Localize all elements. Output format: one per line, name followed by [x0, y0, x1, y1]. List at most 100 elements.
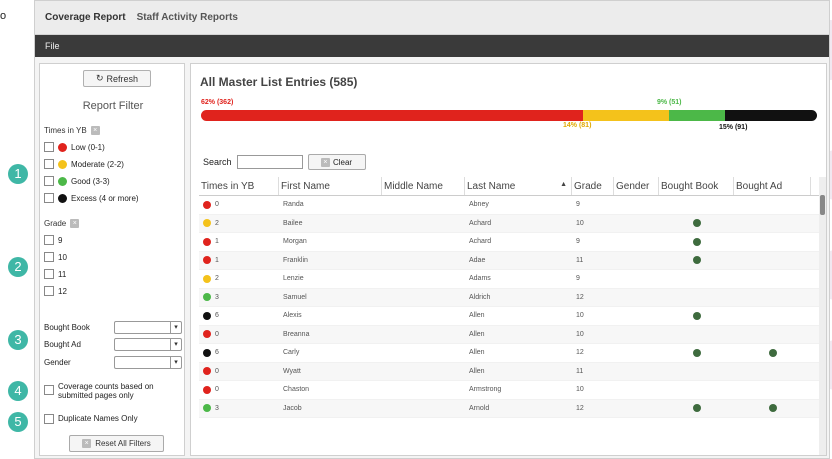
checkbox[interactable]: [44, 269, 54, 279]
bought-ad-cell: [734, 307, 811, 325]
times-in-yb-cell: 0: [199, 363, 279, 381]
times-in-yb-label: Times in YB ×: [44, 126, 100, 135]
times-in-yb-cell: 1: [199, 252, 279, 270]
times-option-moderate[interactable]: Moderate (2-2): [44, 159, 124, 169]
grade-cell: 12: [576, 293, 584, 301]
duplicate-names-option[interactable]: Duplicate Names Only: [44, 414, 138, 424]
first-name-cell: Jacob: [283, 404, 302, 412]
middle-name-cell: [382, 363, 465, 381]
table-row[interactable]: 6 Alexis Allen 10: [199, 307, 821, 326]
grade-option-12[interactable]: 12: [44, 286, 67, 296]
gender-cell: [614, 344, 659, 362]
first-name-cell: Alexis: [283, 312, 302, 320]
times-count: 3: [215, 404, 219, 412]
table-row[interactable]: 2 Bailee Achard 10: [199, 214, 821, 233]
tab-coverage-report[interactable]: Coverage Report: [41, 12, 133, 34]
bought-book-select[interactable]: ▾: [114, 321, 182, 334]
bought-book-cell: [659, 196, 734, 214]
table-row[interactable]: 0 Breanna Allen 10: [199, 325, 821, 344]
coverage-counts-label: Coverage counts based on submitted pages…: [58, 382, 154, 400]
middle-name-cell: [382, 400, 465, 418]
bought-ad-select[interactable]: ▾: [114, 338, 182, 351]
table-row[interactable]: 3 Samuel Aldrich 12: [199, 288, 821, 307]
checkbox[interactable]: [44, 142, 54, 152]
scrollbar-thumb[interactable]: [820, 195, 825, 215]
table-row[interactable]: 1 Franklin Adae 11: [199, 251, 821, 270]
col-first-name-header[interactable]: First Name: [279, 177, 382, 195]
bought-book-dot-icon: [692, 256, 701, 265]
coverage-bar-segment: [582, 110, 670, 121]
bought-ad-cell: [734, 289, 811, 307]
col-bought-ad-header[interactable]: Bought Ad: [734, 177, 811, 195]
last-name-cell: Arnold: [469, 404, 490, 412]
coverage-bar-label-good: 9% (51): [657, 99, 682, 106]
low-dot-icon: [58, 142, 67, 152]
coverage-counts-option[interactable]: Coverage counts based on submitted pages…: [44, 382, 184, 400]
times-count: 1: [215, 256, 219, 264]
table-row[interactable]: 1 Morgan Achard 9: [199, 233, 821, 252]
times-option-low[interactable]: Low (0-1): [44, 142, 105, 152]
table-row[interactable]: 0 Chaston Armstrong 10: [199, 381, 821, 400]
grade-option-10[interactable]: 10: [44, 252, 67, 262]
middle-name-cell: [382, 289, 465, 307]
table-row[interactable]: 2 Lenzie Adams 9: [199, 270, 821, 289]
clear-button[interactable]: × Clear: [307, 154, 366, 170]
bought-ad-cell: [734, 381, 811, 399]
refresh-icon: ↻: [95, 73, 104, 83]
reset-all-filters-button[interactable]: × Reset All Filters: [69, 435, 164, 452]
col-gender-header[interactable]: Gender: [614, 177, 659, 195]
bought-ad-dot-icon: [768, 404, 777, 413]
menu-file[interactable]: File: [45, 41, 60, 51]
refresh-button[interactable]: ↻ Refresh: [83, 70, 151, 87]
times-option-excess[interactable]: Excess (4 or more): [44, 193, 139, 203]
gender-label: Gender: [44, 358, 71, 367]
first-name-cell: Franklin: [283, 256, 308, 264]
col-times-in-yb-header[interactable]: Times in YB: [199, 177, 279, 195]
checkbox[interactable]: [44, 252, 54, 262]
good-dot-icon: [58, 176, 67, 186]
tab-staff-activity-reports[interactable]: Staff Activity Reports: [133, 12, 245, 34]
checkbox[interactable]: [44, 385, 54, 395]
grid-body: 0 Randa Abney 9 2 Bailee Achard 10 1 Morgan Achard…: [199, 196, 821, 418]
checkbox[interactable]: [44, 235, 54, 245]
coverage-status-dot-icon: [203, 385, 211, 394]
checkbox[interactable]: [44, 159, 54, 169]
checkbox[interactable]: [44, 414, 54, 424]
grid-scrollbar[interactable]: [819, 177, 826, 455]
table-row[interactable]: 3 Jacob Arnold 12: [199, 399, 821, 418]
clear-grade-icon[interactable]: ×: [70, 219, 80, 228]
gender-cell: [614, 289, 659, 307]
bought-ad-dot-icon: [768, 348, 777, 357]
coverage-status-dot-icon: [203, 237, 211, 246]
times-count: 2: [215, 275, 219, 283]
coverage-status-dot-icon: [203, 348, 211, 357]
table-row[interactable]: 0 Wyatt Allen 11: [199, 362, 821, 381]
col-last-name-header[interactable]: Last Name ▲: [465, 177, 572, 195]
coverage-status-dot-icon: [203, 274, 211, 283]
clear-times-icon[interactable]: ×: [90, 126, 100, 135]
chevron-down-icon: ▾: [170, 339, 181, 350]
search-row: Search × Clear: [203, 154, 366, 170]
gender-select[interactable]: ▾: [114, 356, 182, 369]
coverage-status-dot-icon: [203, 330, 211, 339]
checkbox[interactable]: [44, 193, 54, 203]
checkbox[interactable]: [44, 286, 54, 296]
times-in-yb-cell: 3: [199, 400, 279, 418]
refresh-label: Refresh: [106, 73, 139, 84]
times-option-good[interactable]: Good (3-3): [44, 176, 110, 186]
grade-option-11[interactable]: 11: [44, 269, 66, 279]
col-middle-name-header[interactable]: Middle Name: [382, 177, 465, 195]
coverage-bar-segment: [201, 110, 583, 121]
chevron-down-icon: ▾: [170, 357, 181, 368]
table-row[interactable]: 6 Carly Allen 12: [199, 344, 821, 363]
search-input[interactable]: [236, 155, 303, 169]
coverage-status-dot-icon: [203, 256, 211, 265]
col-grade-header[interactable]: Grade: [572, 177, 614, 195]
table-row[interactable]: 0 Randa Abney 9: [199, 196, 821, 215]
grade-option-9[interactable]: 9: [44, 235, 62, 245]
bought-book-cell: [659, 363, 734, 381]
checkbox[interactable]: [44, 176, 54, 186]
bought-book-label: Bought Book: [44, 323, 90, 332]
reset-label: Reset All Filters: [95, 439, 151, 448]
col-bought-book-header[interactable]: Bought Book: [659, 177, 734, 195]
